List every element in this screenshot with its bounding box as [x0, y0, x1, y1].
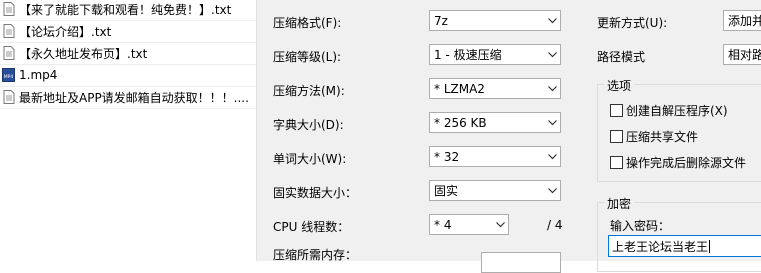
chevron-down-icon — [544, 79, 560, 98]
shared-files-checkbox[interactable]: 压缩共享文件 — [610, 128, 698, 145]
checkbox-label: 创建自解压程序(X) — [626, 104, 728, 118]
text-file-icon — [2, 2, 15, 17]
mp4-file-icon: MP4 — [2, 68, 15, 83]
chevron-down-icon — [544, 147, 560, 166]
format-label: 压缩格式(F): — [273, 16, 342, 30]
threads-label: CPU 线程数： — [273, 220, 350, 234]
format-value: 7z — [434, 13, 448, 28]
checkbox-label: 压缩共享文件 — [626, 130, 699, 144]
dict-label: 字典大小(D): — [273, 118, 344, 132]
file-name: 1.mp4 — [19, 68, 58, 82]
memory-select — [481, 252, 561, 273]
file-name: 最新地址及APP请发邮箱自动获取！！！.... — [19, 90, 249, 105]
file-name: 【来了就能下载和观看！纯免费！】.txt — [19, 2, 232, 17]
text-file-icon — [2, 24, 15, 39]
options-title: 选项 — [604, 77, 635, 94]
path-mode-label: 路径模式 — [597, 50, 646, 64]
solid-label: 固实数据大小： — [273, 186, 358, 200]
encryption-title: 加密 — [604, 195, 635, 212]
level-label: 压缩等级(L): — [273, 50, 342, 64]
dict-select[interactable]: * 256 KB — [429, 112, 561, 133]
password-input[interactable]: 上老王论坛当老王 — [608, 235, 761, 257]
password-label: 输入密码： — [610, 219, 671, 233]
text-caret — [709, 239, 711, 253]
svg-text:MP4: MP4 — [4, 74, 14, 80]
chevron-down-icon — [492, 215, 508, 234]
text-file-icon — [2, 90, 15, 105]
word-select[interactable]: * 32 — [429, 146, 561, 167]
chevron-down-icon — [544, 113, 560, 132]
threads-value: * 4 — [434, 217, 452, 232]
file-item[interactable]: 【来了就能下载和观看！纯免费！】.txt — [0, 0, 256, 21]
compression-dialog: 压缩格式(F): 压缩等级(L): 压缩方法(M): 字典大小(D): 单词大小… — [257, 0, 761, 273]
checkbox-icon — [610, 104, 623, 117]
method-label: 压缩方法(M): — [273, 84, 345, 98]
level-value: 1 - 极速压缩 — [434, 48, 502, 62]
file-list: 【来了就能下载和观看！纯免费！】.txt 【论坛介绍】.txt 【永久地址发布页… — [0, 0, 257, 261]
word-label: 单词大小(W): — [273, 152, 347, 166]
method-select[interactable]: * LZMA2 — [429, 78, 561, 99]
file-item[interactable]: 最新地址及APP请发邮箱自动获取！！！.... — [0, 86, 256, 109]
solid-value: 固实 — [434, 184, 459, 198]
text-file-icon — [2, 46, 15, 61]
checkbox-icon — [610, 130, 623, 143]
path-mode-value: 相对路 — [728, 48, 761, 62]
file-name: 【永久地址发布页】.txt — [19, 46, 148, 61]
password-value: 上老王论坛当老王 — [612, 239, 709, 254]
word-value: * 32 — [434, 149, 460, 164]
file-item[interactable]: 【永久地址发布页】.txt — [0, 42, 256, 65]
sfx-checkbox[interactable]: 创建自解压程序(X) — [610, 102, 728, 119]
file-item[interactable]: 【论坛介绍】.txt — [0, 20, 256, 43]
dict-value: * 256 KB — [434, 115, 487, 130]
level-select[interactable]: 1 - 极速压缩 — [429, 44, 561, 65]
file-name: 【论坛介绍】.txt — [19, 24, 112, 39]
update-mode-value: 添加并 — [728, 14, 761, 28]
threads-select[interactable]: * 4 — [429, 214, 509, 235]
checkbox-icon — [610, 156, 623, 169]
delete-source-checkbox[interactable]: 操作完成后删除源文件 — [610, 154, 746, 171]
file-item[interactable]: MP4 1.mp4 — [0, 64, 256, 87]
method-value: * LZMA2 — [434, 81, 485, 96]
chevron-down-icon — [544, 181, 560, 200]
path-mode-select[interactable]: 相对路 — [723, 44, 761, 65]
format-select[interactable]: 7z — [429, 10, 561, 31]
chevron-down-icon — [544, 11, 560, 30]
checkbox-label: 操作完成后删除源文件 — [626, 156, 747, 170]
chevron-down-icon — [544, 45, 560, 64]
threads-max: / 4 — [547, 218, 563, 232]
memory-label: 压缩所需内存： — [273, 248, 358, 262]
update-mode-select[interactable]: 添加并 — [723, 10, 761, 31]
solid-select[interactable]: 固实 — [429, 180, 561, 201]
update-mode-label: 更新方式(U): — [597, 16, 668, 30]
